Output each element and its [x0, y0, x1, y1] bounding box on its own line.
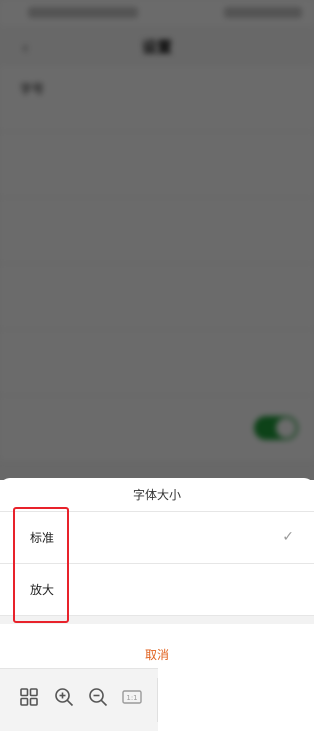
actual-size-label: 1:1: [126, 694, 137, 702]
background-settings-page: ‹ 设置 字号: [0, 0, 314, 480]
toolbar-divider: [157, 678, 158, 722]
zoom-out-icon[interactable]: [87, 686, 109, 708]
actual-size-icon[interactable]: 1:1: [121, 686, 143, 708]
highlight-box: [13, 507, 69, 623]
zoom-in-icon[interactable]: [53, 686, 75, 708]
cancel-button[interactable]: 取消: [0, 624, 314, 668]
grid-icon[interactable]: [18, 686, 40, 708]
check-icon: ✓: [282, 529, 294, 545]
bottom-toolbar: 1:1: [0, 668, 158, 731]
modal-overlay[interactable]: [0, 0, 314, 480]
